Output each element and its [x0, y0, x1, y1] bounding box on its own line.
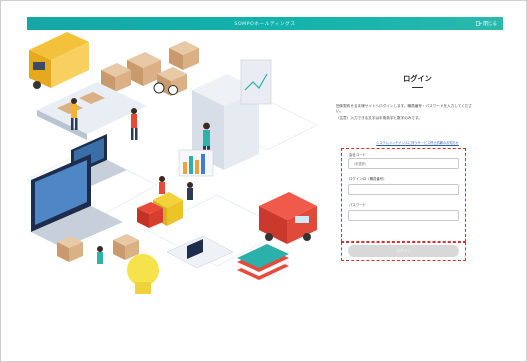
isometric-illustration: [27, 30, 327, 294]
intro-text: 団体契約せるま様サイトへログインします。職員番号・パスワードを入力してください。: [336, 104, 472, 113]
top-header: SOMPOホールディングス 閉じる: [27, 17, 503, 30]
close-label: 閉じる: [483, 21, 497, 27]
title-underline: [412, 87, 423, 88]
brand-name: SOMPOホールディングス: [234, 21, 296, 27]
password-label: パスワード: [349, 203, 366, 207]
login-page: SOMPOホールディングス 閉じる ログイン 団体契約せるま様サイトへログインし…: [27, 17, 503, 294]
login-panel: ログイン 団体契約せるま様サイトへログインします。職員番号・パスワードを入力して…: [332, 30, 503, 294]
close-button[interactable]: 閉じる: [475, 21, 497, 27]
login-button[interactable]: ログイン: [348, 245, 459, 257]
maintenance-info-link[interactable]: システムメンテナンスに伴うサービス停止情報のお知らせ: [332, 140, 503, 145]
exit-icon: [475, 21, 482, 26]
password-input[interactable]: [348, 210, 459, 221]
login-id-input[interactable]: [348, 184, 459, 195]
login-id-label: ログインID（職員番号）: [349, 177, 387, 181]
company-code-select[interactable]: （未選択）: [348, 158, 459, 169]
screenshot-frame: SOMPOホールディングス 閉じる ログイン 団体契約せるま様サイトへログインし…: [0, 0, 527, 362]
company-code-label: 会社コード: [349, 153, 366, 157]
page-title: ログイン: [403, 74, 432, 83]
company-code-value: （未選択）: [352, 162, 368, 166]
notice-text: （注意）入力できる文字は半角英字と数字のみです。: [336, 116, 422, 120]
